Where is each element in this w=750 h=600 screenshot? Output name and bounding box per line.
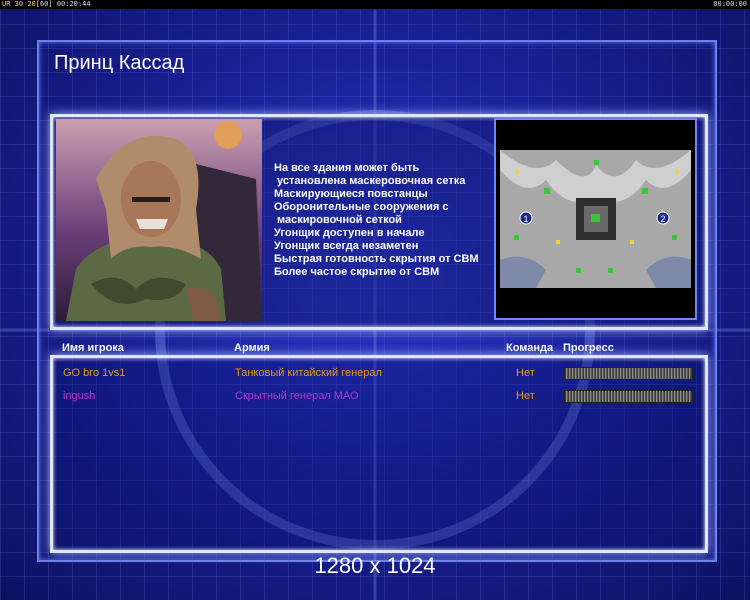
player-team: Нет xyxy=(516,367,535,379)
resolution-label: 1280 x 1024 xyxy=(314,553,436,578)
feature-list: На все здания может быть установлена мас… xyxy=(274,162,479,279)
column-header-army: Армия xyxy=(234,342,270,354)
feature-item: Угонщик доступен в начале xyxy=(274,227,425,239)
player-army: Скрытный генерал МАО xyxy=(235,390,359,402)
column-header-progress: Прогресс xyxy=(563,342,614,354)
general-title: Принц Кассад xyxy=(54,52,185,74)
player-name: GO bro 1vs1 xyxy=(63,367,126,379)
player-team: Нет xyxy=(516,390,535,402)
progress-bar xyxy=(564,390,693,403)
feature-item: Быстрая готовность скрытия от СВМ xyxy=(274,253,479,265)
start-position-1: 1 xyxy=(523,214,528,224)
player-name: ingush xyxy=(63,390,96,402)
feature-item: установлена маскеровочная сетка xyxy=(274,175,466,187)
start-position-2: 2 xyxy=(660,214,665,224)
map-preview: 1 2 xyxy=(494,118,697,320)
player-army: Танковый китайский генерал xyxy=(235,367,382,379)
column-header-name: Имя игрока xyxy=(62,342,124,354)
progress-bar xyxy=(564,367,693,380)
feature-item: Более частое скрытие от СВМ xyxy=(274,266,440,278)
status-time: 00:00:00 xyxy=(713,0,747,8)
feature-item: Маскирующиеся повстанцы xyxy=(274,188,428,200)
feature-item: Оборонительные сооружения с xyxy=(274,201,449,213)
player-list xyxy=(50,355,708,553)
feature-item: На все здания может быть xyxy=(274,162,420,174)
status-bar: UR 30 20[60] 00:20:44 00:00:00 xyxy=(0,0,750,9)
column-header-team: Команда xyxy=(506,342,554,354)
feature-item: маскировочной сеткой xyxy=(274,214,402,226)
feature-item: Угонщик всегда незаметен xyxy=(274,240,419,252)
general-portrait xyxy=(56,119,262,321)
